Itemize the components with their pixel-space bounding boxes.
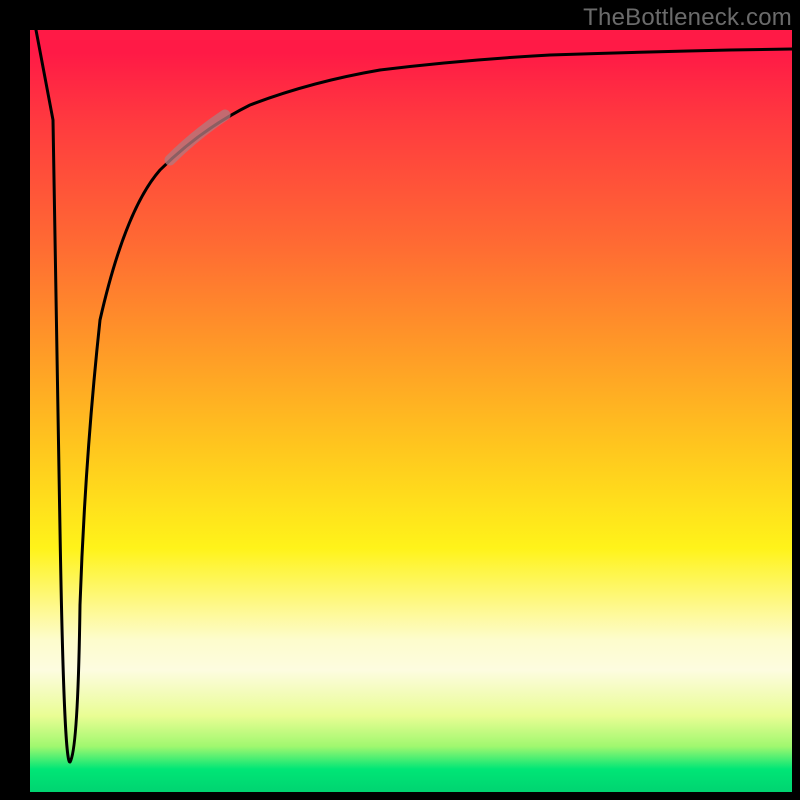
chart-frame: TheBottleneck.com <box>0 0 800 800</box>
curve-svg <box>30 30 792 792</box>
plot-area <box>30 30 792 792</box>
attribution-label: TheBottleneck.com <box>583 4 792 32</box>
curve-highlight-segment <box>170 115 225 160</box>
bottleneck-curve <box>36 30 792 762</box>
